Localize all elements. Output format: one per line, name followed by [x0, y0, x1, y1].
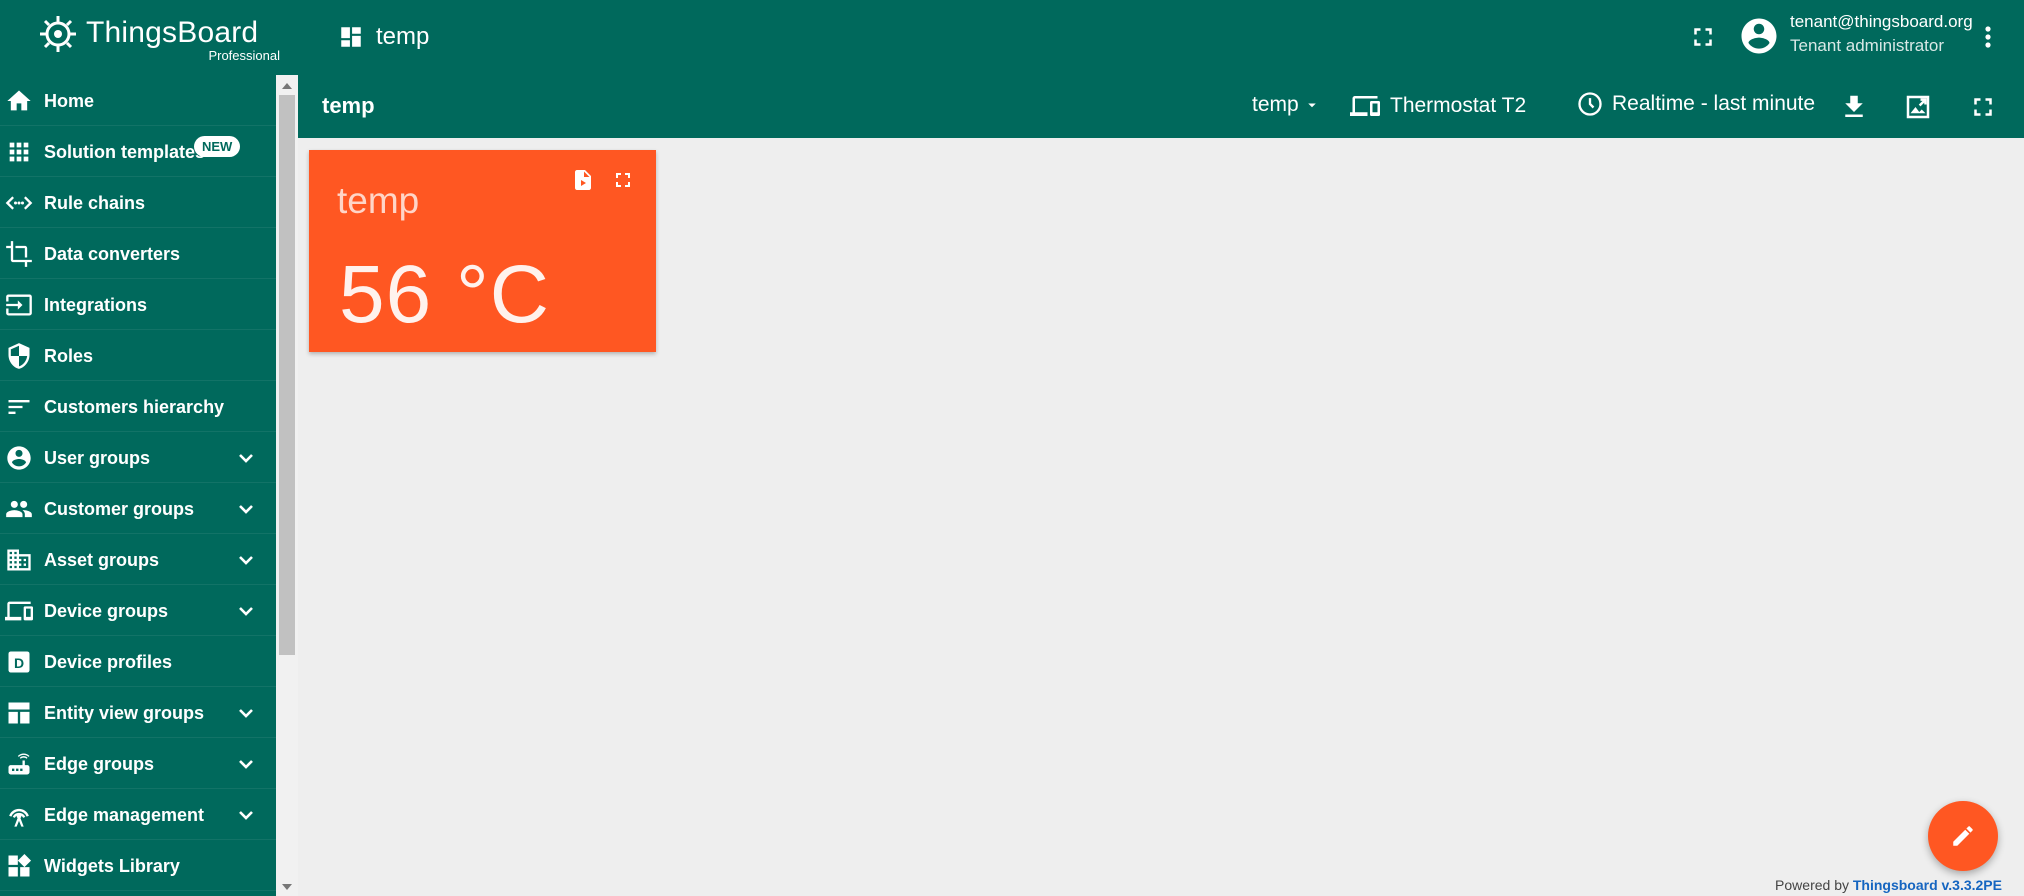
- building-icon: [7, 549, 31, 571]
- entity-alias-select[interactable]: Thermostat T2: [1350, 91, 1526, 121]
- thingsboard-logo-icon: [40, 16, 76, 52]
- app-logo[interactable]: ThingsBoard Professional: [36, 10, 280, 64]
- svg-text:D: D: [14, 655, 24, 671]
- footer-prefix: Powered by: [1775, 877, 1849, 893]
- sidebar-scrollbar[interactable]: [276, 75, 298, 896]
- chevron-down-icon[interactable]: [234, 446, 258, 470]
- code-arrows-icon: [5, 196, 33, 210]
- breadcrumb: temp: [338, 20, 429, 54]
- value-card-widget[interactable]: temp 56 °C: [309, 150, 656, 352]
- sidebar-item-user-groups[interactable]: User groups: [0, 432, 276, 483]
- sidebar-item-label: Customer groups: [44, 499, 195, 519]
- user-email: tenant@thingsboard.org: [1790, 12, 1973, 31]
- fullscreen-icon[interactable]: [611, 168, 635, 192]
- shield-icon: [8, 343, 30, 369]
- app-name: ThingsBoard: [86, 16, 259, 49]
- scroll-up-arrow-icon[interactable]: [276, 79, 298, 93]
- sidebar-item-label: Widgets Library: [44, 856, 180, 876]
- export-image-icon[interactable]: [1903, 92, 1933, 122]
- sidebar-item-label: Data converters: [44, 244, 181, 264]
- user-role: Tenant administrator: [1790, 36, 1945, 55]
- sidebar-item-edge-management[interactable]: Edge management: [0, 789, 276, 840]
- widget-title: temp: [337, 180, 420, 221]
- state-select-value: temp: [1252, 93, 1299, 116]
- sidebar-item-device-profiles[interactable]: D Device profiles: [0, 636, 276, 687]
- entity-alias-value: Thermostat T2: [1390, 94, 1527, 117]
- sidebar-item-solution-templates[interactable]: Solution templates NEW: [0, 126, 276, 177]
- sidebar-item-label: Customers hierarchy: [44, 397, 225, 417]
- scroll-down-arrow-icon[interactable]: [276, 880, 298, 894]
- sidebar-item-label: User groups: [44, 448, 151, 468]
- sidebar-item-label: Edge groups: [44, 754, 155, 774]
- sidebar-item-integrations[interactable]: Integrations: [0, 279, 276, 330]
- edit-dashboard-button[interactable]: [1928, 801, 1998, 871]
- chevron-down-icon[interactable]: [234, 701, 258, 725]
- people-icon: [6, 500, 32, 518]
- sidebar-item-entity-view-groups[interactable]: Entity view groups: [0, 687, 276, 738]
- devices-icon: [1350, 96, 1380, 116]
- widget-value: 56 °C: [339, 249, 551, 340]
- sidebar-item-widgets-library[interactable]: Widgets Library: [0, 840, 276, 891]
- sidebar-item-label: Solution templates: [44, 142, 206, 162]
- dashboard-view-icon: [8, 702, 30, 724]
- clock-icon: [1578, 92, 1602, 116]
- breadcrumb-label: temp: [376, 23, 430, 50]
- input-icon: [6, 294, 32, 316]
- sidebar: Home Solution templates NEW Rule chains …: [0, 75, 276, 896]
- download-icon[interactable]: [1839, 92, 1869, 122]
- arrow-drop-down-icon: [1307, 103, 1316, 108]
- footer-version-link[interactable]: Thingsboard v.3.3.2PE: [1853, 877, 2002, 893]
- fullscreen-icon[interactable]: [1688, 22, 1718, 52]
- chevron-down-icon[interactable]: [234, 752, 258, 776]
- fullscreen-icon[interactable]: [1968, 92, 1998, 122]
- sidebar-item-edge-groups[interactable]: Edge groups: [0, 738, 276, 789]
- sidebar-item-label: Device profiles: [44, 652, 173, 672]
- widgets-icon: [8, 853, 32, 877]
- chevron-down-icon[interactable]: [234, 497, 258, 521]
- top-bar: ThingsBoard Professional temp tenant@thi…: [0, 0, 2024, 75]
- devices-icon: [5, 601, 33, 621]
- router-icon: [8, 753, 30, 775]
- sidebar-item-label: Device groups: [44, 601, 169, 621]
- sidebar-item-home[interactable]: Home: [0, 75, 276, 126]
- profile-d-icon: D: [8, 651, 30, 673]
- footer: Powered by Thingsboard v.3.3.2PE: [1775, 877, 2002, 893]
- sidebar-item-data-converters[interactable]: Data converters: [0, 228, 276, 279]
- edit-pencil-icon: [1953, 826, 1973, 846]
- export-file-icon[interactable]: [571, 168, 595, 192]
- chevron-down-icon[interactable]: [234, 548, 258, 572]
- dashboard-icon: [341, 27, 361, 47]
- sidebar-item-roles[interactable]: Roles: [0, 330, 276, 381]
- sidebar-item-label: Rule chains: [44, 193, 146, 213]
- sidebar-item-label: Integrations: [44, 295, 148, 315]
- scrollbar-thumb[interactable]: [279, 95, 295, 655]
- new-badge: NEW: [194, 136, 241, 157]
- sort-lines-icon: [8, 400, 30, 414]
- timewindow-value: Realtime - last minute: [1612, 92, 1816, 115]
- dashboard-toolbar: temp temp Thermostat T2 Realtime - last …: [298, 75, 2024, 138]
- account-circle-icon[interactable]: [1738, 15, 1780, 57]
- account-circle-icon: [7, 446, 31, 470]
- crop-icon: [6, 241, 32, 267]
- antenna-icon: [9, 808, 29, 827]
- apps-grid-icon: [9, 142, 29, 162]
- more-vert-icon[interactable]: [1976, 20, 2000, 54]
- home-icon: [7, 90, 31, 111]
- chevron-down-icon[interactable]: [234, 803, 258, 827]
- sidebar-item-asset-groups[interactable]: Asset groups: [0, 534, 276, 585]
- dashboard-title: temp: [322, 93, 375, 118]
- sidebar-item-label: Edge management: [44, 805, 205, 825]
- dashboard-state-select[interactable]: temp: [1252, 93, 1321, 117]
- sidebar-item-label: Entity view groups: [44, 703, 205, 723]
- sidebar-item-device-groups[interactable]: Device groups: [0, 585, 276, 636]
- app-edition: Professional: [208, 48, 280, 63]
- sidebar-item-customer-groups[interactable]: Customer groups: [0, 483, 276, 534]
- sidebar-item-rule-chains[interactable]: Rule chains: [0, 177, 276, 228]
- sidebar-item-label: Home: [44, 91, 95, 111]
- timewindow-select[interactable]: Realtime - last minute: [1576, 90, 1815, 118]
- sidebar-item-label: Asset groups: [44, 550, 160, 570]
- chevron-down-icon[interactable]: [234, 599, 258, 623]
- sidebar-item-customers-hierarchy[interactable]: Customers hierarchy: [0, 381, 276, 432]
- sidebar-item-label: Roles: [44, 346, 94, 366]
